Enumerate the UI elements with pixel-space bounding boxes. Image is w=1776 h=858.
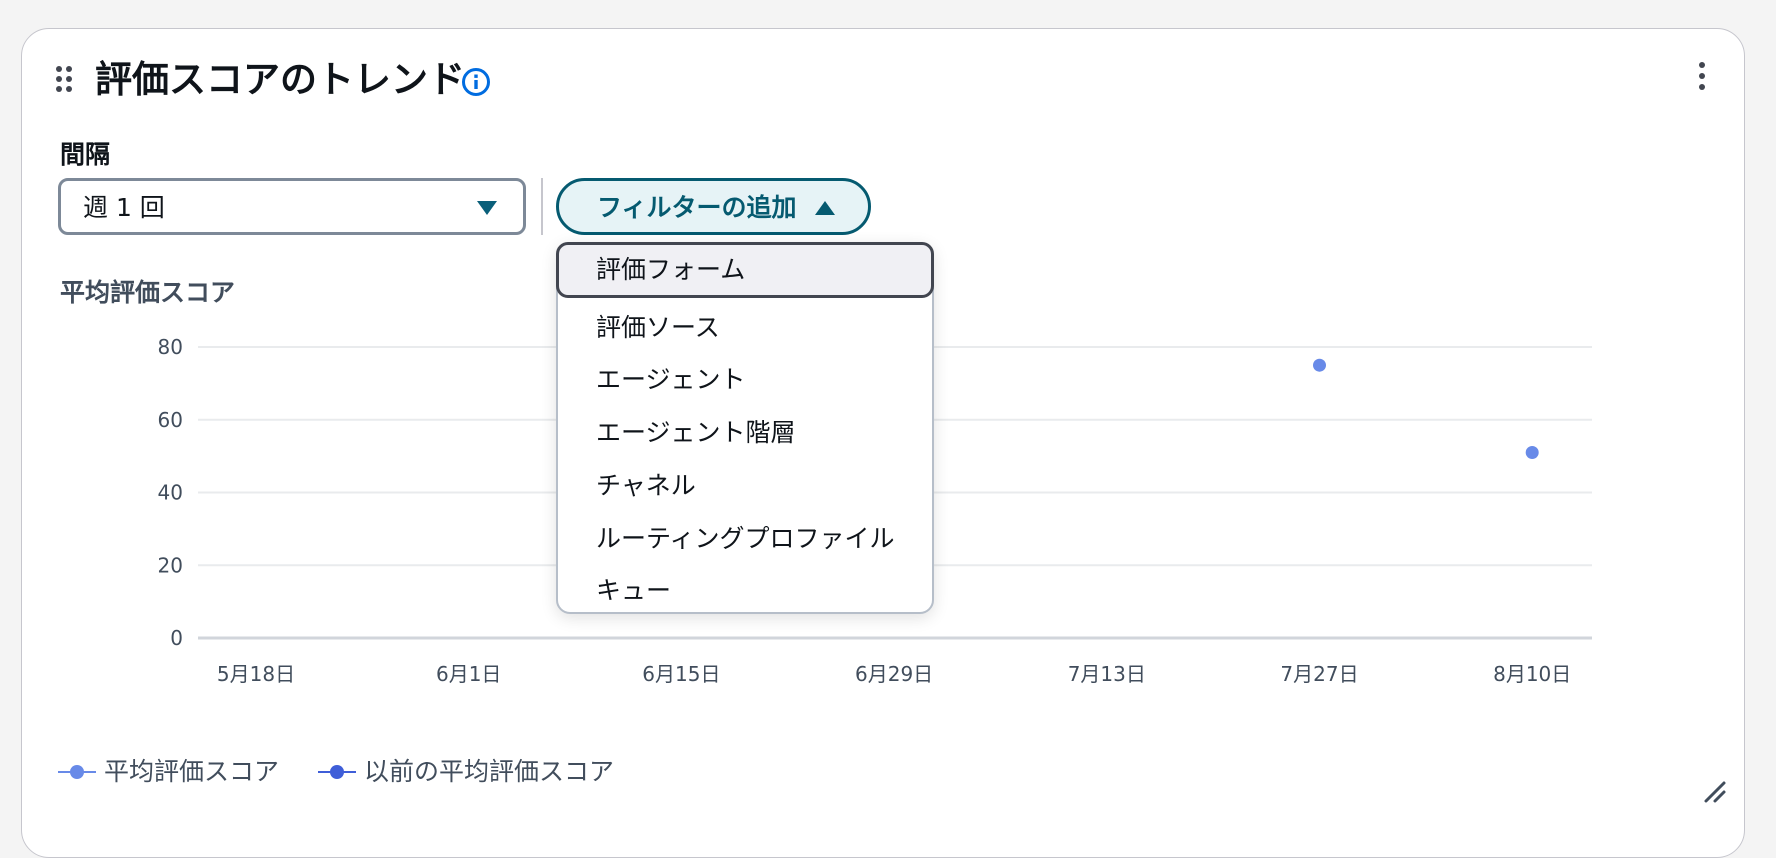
legend-dot-swatch xyxy=(330,765,344,779)
filter-option-agent-hierarchy[interactable]: エージェント階層 xyxy=(558,407,932,459)
x-tick-label: 8月10日 xyxy=(1493,662,1571,686)
filter-dropdown-menu: 評価フォーム 評価ソース エージェント エージェント階層 チャネル ルーティング… xyxy=(556,242,934,614)
resize-handle-icon[interactable] xyxy=(1703,780,1727,804)
y-tick-label: 0 xyxy=(170,626,183,650)
x-tick-label: 6月29日 xyxy=(855,662,933,686)
y-tick-label: 60 xyxy=(158,408,183,432)
y-tick-label: 40 xyxy=(158,481,183,505)
x-tick-label: 6月1日 xyxy=(436,662,501,686)
filter-option-evaluation-form[interactable]: 評価フォーム xyxy=(556,242,934,298)
x-tick-label: 7月27日 xyxy=(1280,662,1358,686)
y-tick-label: 20 xyxy=(158,553,183,577)
y-tick-label: 80 xyxy=(158,335,183,359)
data-point xyxy=(1525,445,1539,459)
x-tick-label: 7月13日 xyxy=(1068,662,1146,686)
filter-option-channel[interactable]: チャネル xyxy=(558,460,932,512)
data-point xyxy=(1313,358,1326,372)
filter-option-routing-profile[interactable]: ルーティングプロファイル xyxy=(558,513,932,565)
filter-option-evaluation-source[interactable]: 評価ソース xyxy=(558,302,932,354)
legend-label: 平均評価スコア xyxy=(104,757,280,786)
filter-option-agent[interactable]: エージェント xyxy=(558,354,932,406)
filter-option-queue[interactable]: キュー xyxy=(558,565,932,617)
x-tick-label: 5月18日 xyxy=(217,662,295,686)
legend-label: 以前の平均評価スコア xyxy=(364,757,615,786)
legend-dot-swatch xyxy=(70,765,84,779)
x-tick-label: 6月15日 xyxy=(642,662,720,686)
